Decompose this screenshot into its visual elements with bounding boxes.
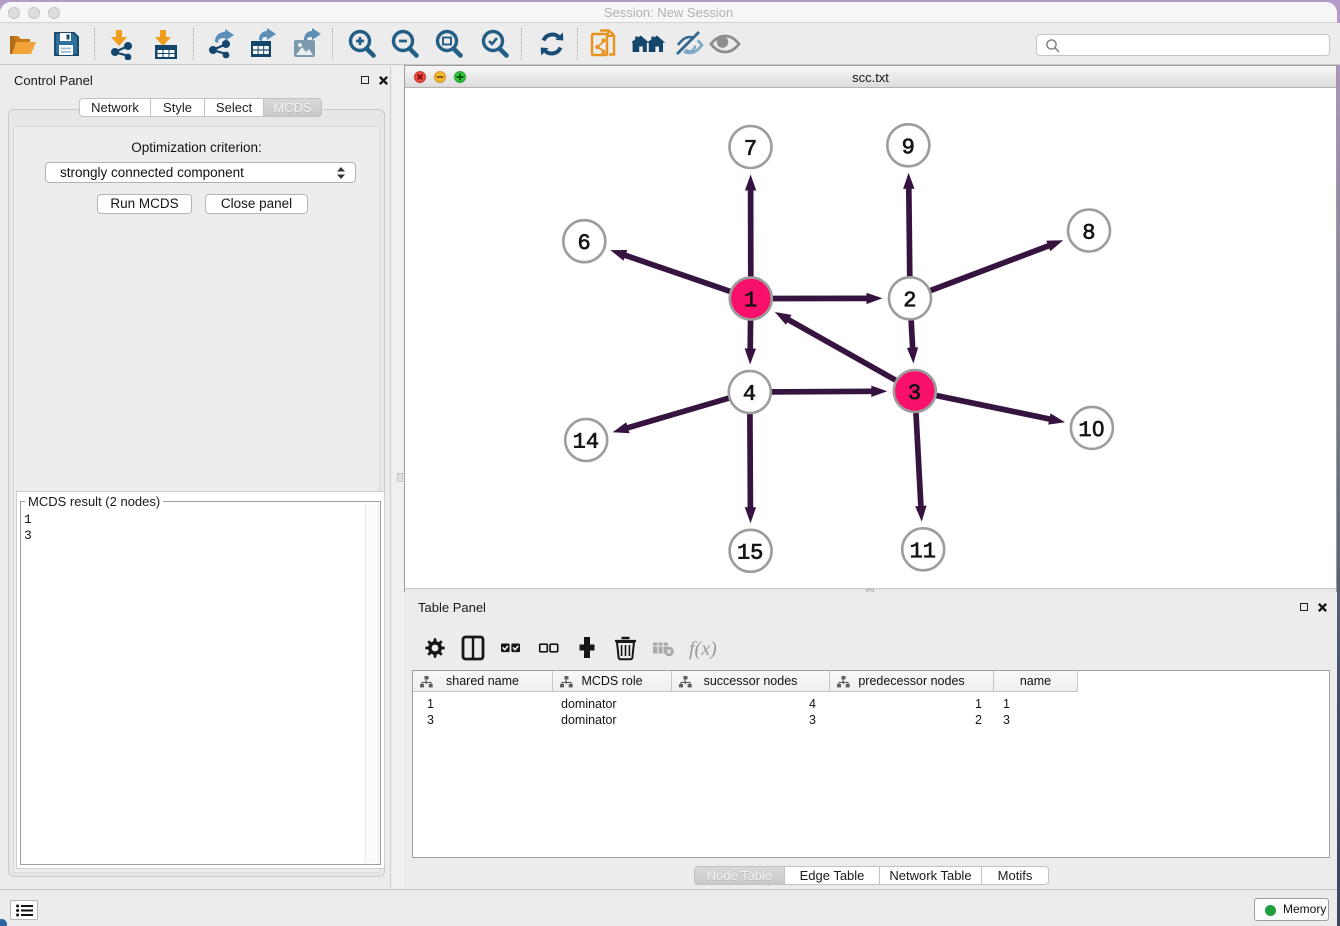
svg-text:14: 14 <box>573 430 599 455</box>
svg-text:11: 11 <box>910 539 936 564</box>
svg-text:9: 9 <box>902 135 915 160</box>
svg-text:4: 4 <box>743 382 756 407</box>
svg-text:1: 1 <box>744 288 757 313</box>
svg-text:7: 7 <box>744 137 757 162</box>
svg-text:1: 1 <box>1078 418 1091 443</box>
svg-text:3: 3 <box>908 381 921 406</box>
svg-text:6: 6 <box>578 231 591 256</box>
svg-text:15: 15 <box>737 541 763 566</box>
svg-text:0: 0 <box>1092 417 1104 441</box>
svg-text:f(x): f(x) <box>689 638 717 660</box>
svg-text:8: 8 <box>1082 221 1095 246</box>
svg-text:2: 2 <box>903 288 916 313</box>
